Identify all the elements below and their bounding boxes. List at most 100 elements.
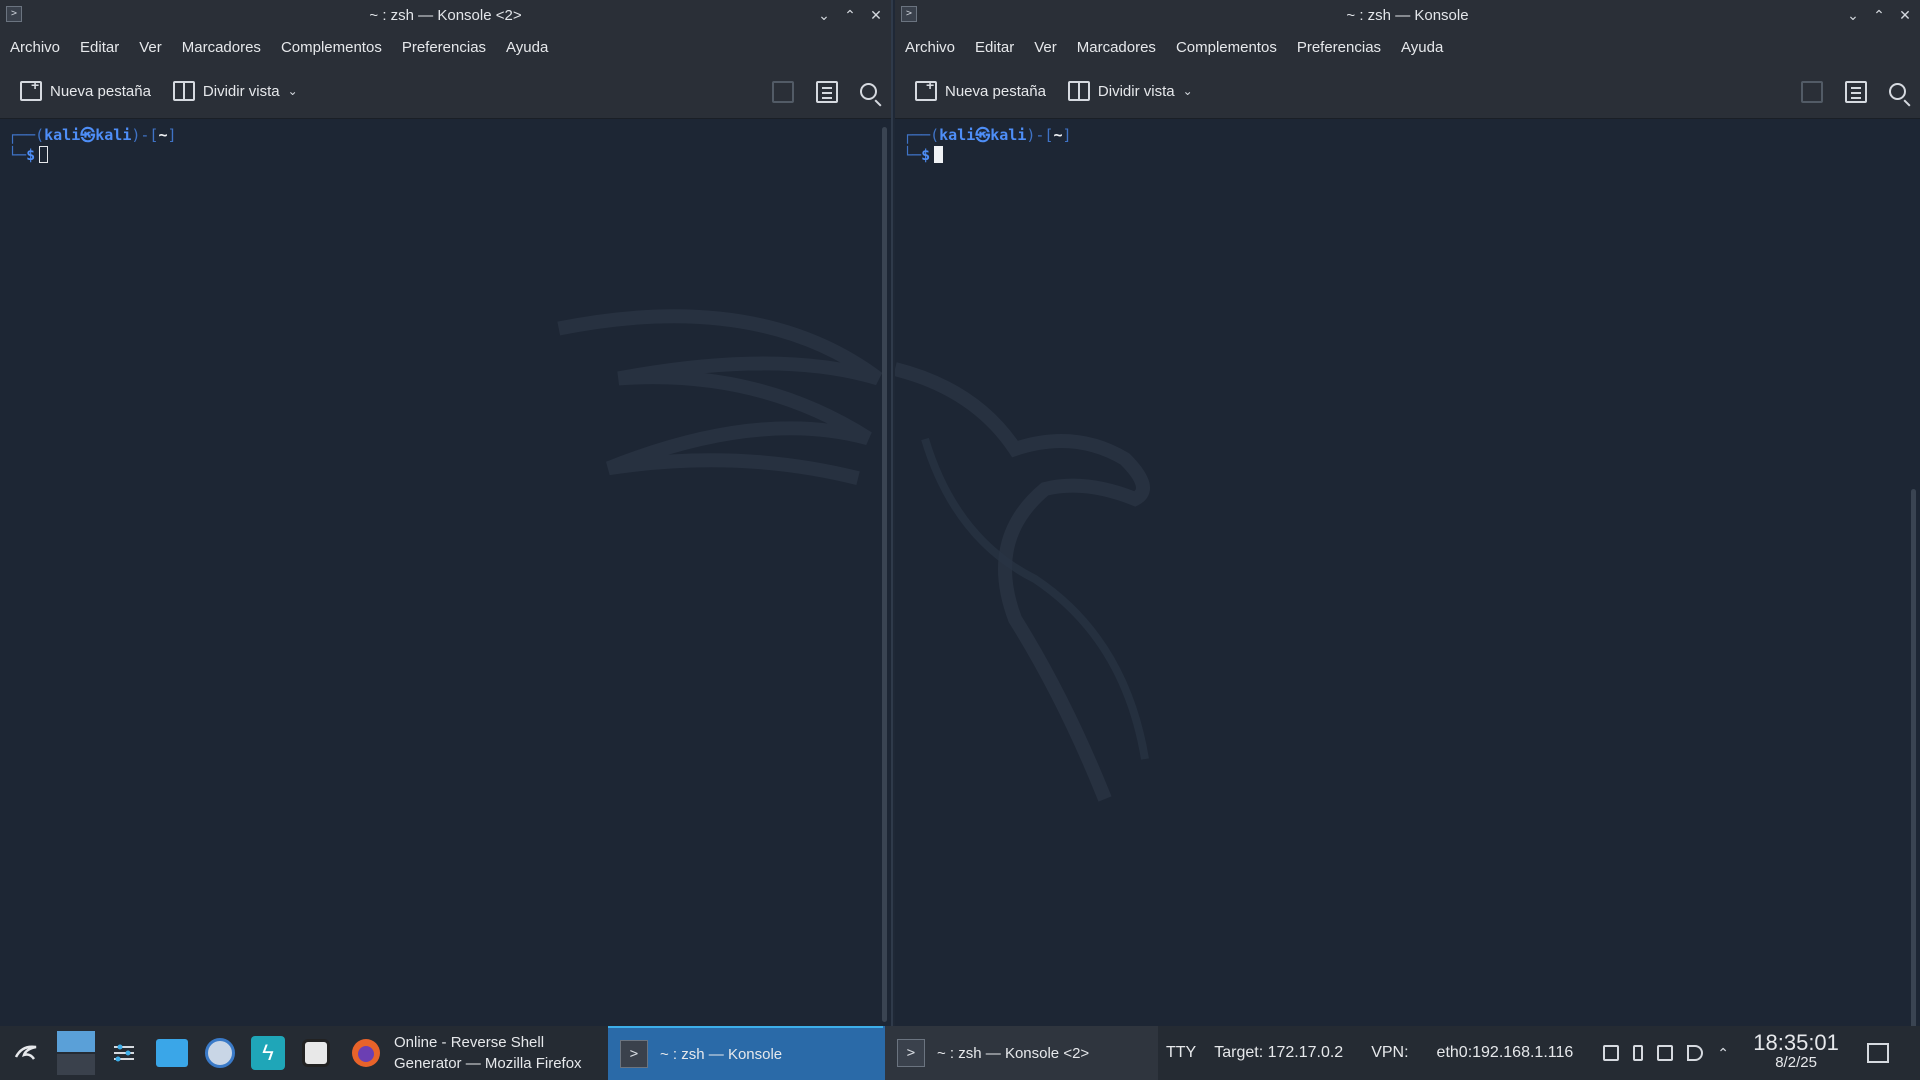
scrollbar[interactable] bbox=[1911, 489, 1916, 1026]
tray-icons: ⌃ bbox=[1603, 1045, 1733, 1061]
bolt-app-icon[interactable]: ϟ bbox=[244, 1026, 292, 1080]
titlebar[interactable]: > ~ : zsh — Konsole <2> ⌄ ⌃ ✕ bbox=[0, 0, 891, 30]
chevron-down-icon[interactable]: ⌄ bbox=[288, 84, 298, 98]
menu-preferencias[interactable]: Preferencias bbox=[1297, 39, 1381, 56]
system-settings-icon[interactable] bbox=[100, 1026, 148, 1080]
new-tab-button[interactable]: Nueva pestaña bbox=[20, 77, 151, 101]
menu-archivo[interactable]: Archivo bbox=[905, 39, 955, 56]
konsole-app-icon[interactable]: > bbox=[6, 6, 22, 22]
menu-marcadores[interactable]: Marcadores bbox=[182, 39, 261, 56]
search-icon[interactable] bbox=[860, 83, 877, 100]
konsole-window-left: > ~ : zsh — Konsole <2> ⌄ ⌃ ✕ Archivo Ed… bbox=[0, 0, 893, 1026]
task-konsole-2-label: ~ : zsh — Konsole <2> bbox=[937, 1044, 1090, 1062]
split-view-button[interactable]: Dividir vista ⌄ bbox=[172, 81, 298, 101]
new-tab-label: Nueva pestaña bbox=[945, 82, 1046, 100]
menu-complementos[interactable]: Complementos bbox=[1176, 39, 1277, 56]
copy-icon[interactable] bbox=[1801, 80, 1823, 103]
prompt-frame: ┌──( bbox=[8, 126, 45, 144]
paste-icon[interactable] bbox=[1845, 80, 1867, 103]
new-tab-label: Nueva pestaña bbox=[50, 82, 151, 100]
chevron-down-icon[interactable]: ⌄ bbox=[1183, 84, 1193, 98]
prompt-dollar: $ bbox=[26, 146, 36, 164]
prompt-dir: ~ bbox=[1053, 126, 1063, 144]
menu-editar[interactable]: Editar bbox=[975, 39, 1014, 56]
split-view-label: Dividir vista bbox=[202, 82, 280, 100]
titlebar[interactable]: > ~ : zsh — Konsole ⌄ ⌃ ✕ bbox=[895, 0, 1920, 30]
task-konsole-label: ~ : zsh — Konsole bbox=[660, 1045, 783, 1063]
prompt-frame: └─ bbox=[8, 146, 27, 164]
clock-time: 18:35:01 bbox=[1753, 1030, 1839, 1055]
split-view-label: Dividir vista bbox=[1097, 82, 1175, 100]
prompt-frame: ] bbox=[1062, 126, 1072, 144]
search-icon[interactable] bbox=[1889, 83, 1906, 100]
toolbar: Nueva pestaña Dividir vista ⌄ bbox=[895, 64, 1920, 119]
clock[interactable]: 18:35:01 8/2/25 bbox=[1753, 1030, 1839, 1073]
task-konsole-2[interactable]: > ~ : zsh — Konsole <2> bbox=[883, 1026, 1158, 1080]
menu-ayuda[interactable]: Ayuda bbox=[1401, 39, 1443, 56]
clipboard-icon[interactable] bbox=[1603, 1045, 1620, 1061]
burp-app-icon[interactable] bbox=[292, 1026, 340, 1080]
split-view-button[interactable]: Dividir vista ⌄ bbox=[1067, 81, 1193, 101]
menu-marcadores[interactable]: Marcadores bbox=[1077, 39, 1156, 56]
toolbar-right-icons bbox=[772, 64, 877, 119]
close-icon[interactable]: ✕ bbox=[1898, 8, 1912, 22]
kali-dragon-watermark bbox=[895, 362, 1150, 802]
desktop-pager-icon[interactable] bbox=[52, 1026, 100, 1080]
kali-dragon-watermark bbox=[557, 309, 883, 485]
task-firefox-label-1: Online - Reverse Shell bbox=[394, 1034, 545, 1051]
maximize-icon[interactable]: ⌃ bbox=[843, 8, 857, 22]
file-manager-icon[interactable] bbox=[148, 1026, 196, 1080]
usb-icon[interactable] bbox=[1633, 1045, 1644, 1061]
taskbar: ϟ Online - Reverse Shell Generator — Moz… bbox=[0, 1026, 1920, 1080]
target-ip: Target: 172.17.0.2 bbox=[1214, 1044, 1344, 1061]
prompt-user: kali㉿kali bbox=[44, 126, 132, 144]
task-konsole[interactable]: > ~ : zsh — Konsole bbox=[608, 1026, 883, 1080]
prompt-frame: ┌──( bbox=[903, 126, 940, 144]
chevron-up-icon[interactable]: ⌃ bbox=[1717, 1045, 1733, 1061]
prompt-frame: )-[ bbox=[131, 126, 159, 144]
prompt-user: kali㉿kali bbox=[939, 126, 1027, 144]
menu-preferencias[interactable]: Preferencias bbox=[402, 39, 486, 56]
split-view-icon bbox=[172, 81, 195, 101]
prompt-frame: └─ bbox=[903, 146, 922, 164]
prompt-dir: ~ bbox=[158, 126, 168, 144]
task-firefox[interactable]: Online - Reverse Shell Generator — Mozil… bbox=[340, 1026, 608, 1080]
browser-app-icon[interactable] bbox=[196, 1026, 244, 1080]
text-cursor bbox=[934, 146, 944, 163]
prompt-frame: ] bbox=[167, 126, 177, 144]
vpn-label: VPN: bbox=[1371, 1044, 1409, 1061]
task-firefox-label-2: Generator — Mozilla Firefox bbox=[394, 1055, 582, 1072]
clock-date: 8/2/25 bbox=[1775, 1054, 1817, 1071]
menu-complementos[interactable]: Complementos bbox=[281, 39, 382, 56]
window-controls: ⌄ ⌃ ✕ bbox=[1846, 0, 1912, 30]
maximize-icon[interactable]: ⌃ bbox=[1872, 8, 1886, 22]
menubar: Archivo Editar Ver Marcadores Complement… bbox=[0, 30, 891, 64]
terminal-area[interactable]: ┌──(kali㉿kali)-[~] └─$ bbox=[895, 119, 1920, 1026]
minimize-icon[interactable]: ⌄ bbox=[1846, 8, 1860, 22]
menu-ver[interactable]: Ver bbox=[139, 39, 162, 56]
paste-icon[interactable] bbox=[816, 80, 838, 103]
app-launcher-icon[interactable] bbox=[0, 1026, 52, 1080]
menu-archivo[interactable]: Archivo bbox=[10, 39, 60, 56]
prompt-frame: )-[ bbox=[1026, 126, 1054, 144]
show-desktop-icon[interactable] bbox=[1866, 1043, 1889, 1063]
volume-icon[interactable] bbox=[1687, 1045, 1704, 1061]
eth-ip: eth0:192.168.1.116 bbox=[1436, 1044, 1574, 1061]
konsole-app-icon[interactable]: > bbox=[901, 6, 917, 22]
new-tab-button[interactable]: Nueva pestaña bbox=[915, 77, 1046, 101]
terminal-area[interactable]: ┌──(kali㉿kali)-[~] └─$ bbox=[0, 119, 891, 1026]
prompt-line-2: └─$ bbox=[8, 145, 883, 165]
menu-ayuda[interactable]: Ayuda bbox=[506, 39, 548, 56]
minimize-icon[interactable]: ⌄ bbox=[817, 8, 831, 22]
menu-editar[interactable]: Editar bbox=[80, 39, 119, 56]
network-icon[interactable] bbox=[1657, 1045, 1674, 1061]
konsole-window-right: > ~ : zsh — Konsole ⌄ ⌃ ✕ Archivo Editar… bbox=[895, 0, 1920, 1026]
window-controls: ⌄ ⌃ ✕ bbox=[817, 0, 883, 30]
scrollbar[interactable] bbox=[882, 127, 887, 1022]
prompt-line-1: ┌──(kali㉿kali)-[~] bbox=[8, 125, 883, 145]
close-icon[interactable]: ✕ bbox=[869, 8, 883, 22]
menu-ver[interactable]: Ver bbox=[1034, 39, 1057, 56]
window-title: ~ : zsh — Konsole bbox=[1346, 6, 1469, 24]
copy-icon[interactable] bbox=[772, 80, 794, 103]
new-tab-icon bbox=[20, 77, 42, 101]
